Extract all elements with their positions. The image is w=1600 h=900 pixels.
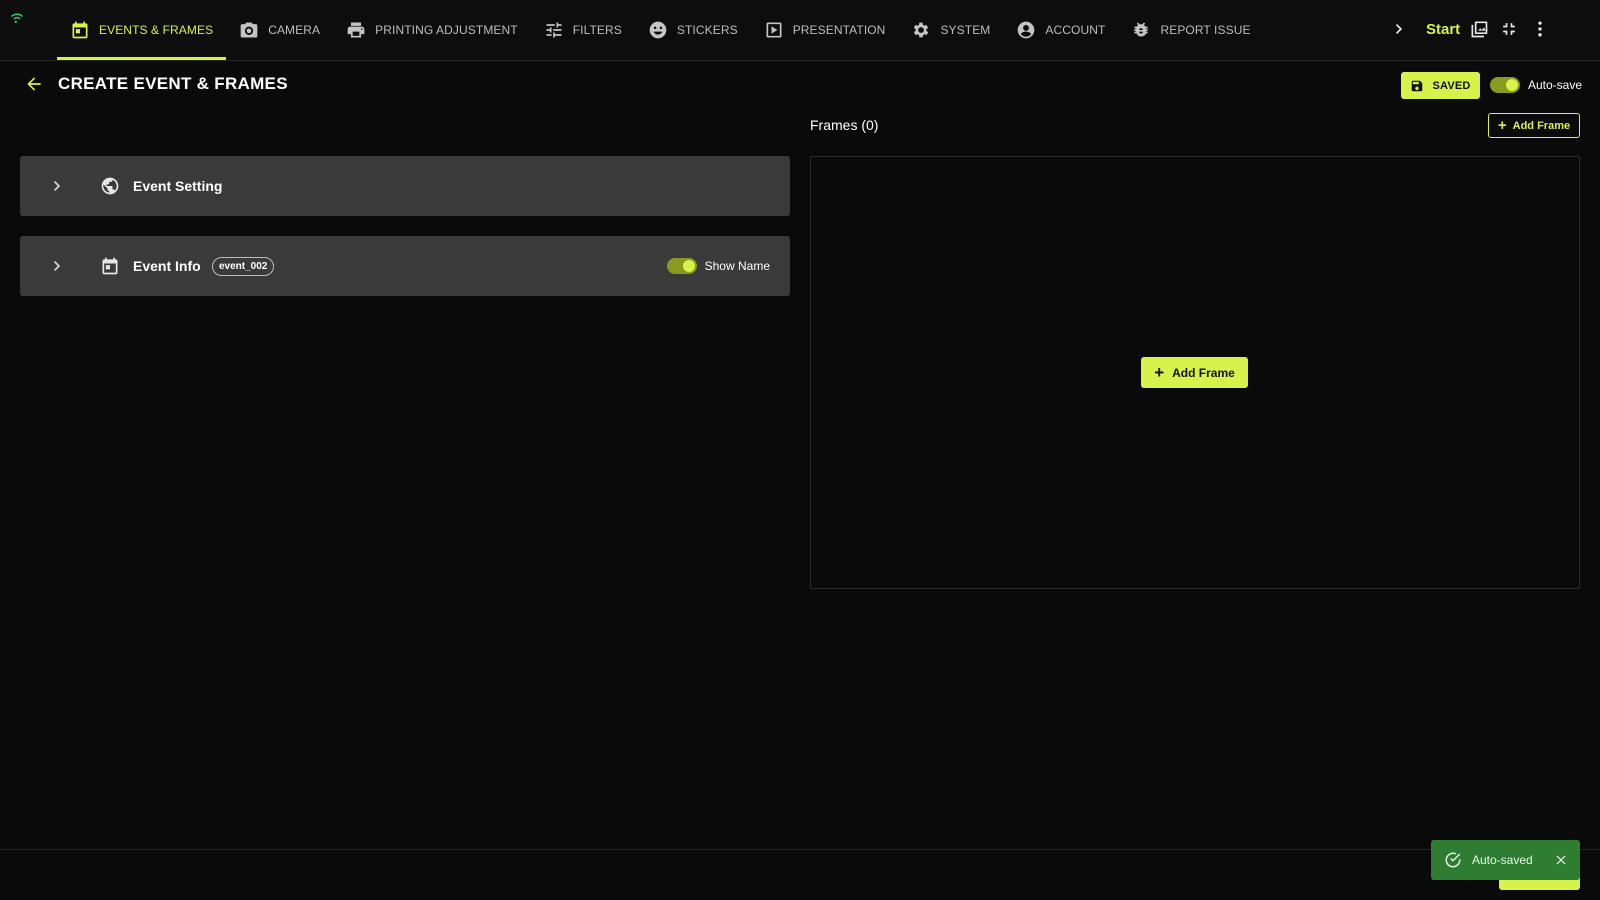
event-setting-title: Event Setting — [133, 178, 223, 194]
saved-label: SAVED — [1432, 79, 1471, 92]
show-name-label: Show Name — [704, 259, 770, 273]
event-setting-panel[interactable]: Event Setting — [20, 156, 790, 216]
tab-printing-adjustment[interactable]: PRINTING ADJUSTMENT — [333, 0, 531, 60]
tab-label: REPORT ISSUE — [1160, 23, 1251, 37]
tab-label: FILTERS — [572, 23, 622, 37]
start-button[interactable]: Start — [1426, 21, 1460, 38]
page-title: CREATE EVENT & FRAMES — [58, 74, 288, 93]
tab-label: EVENTS & FRAMES — [99, 23, 214, 37]
smiley-icon — [649, 21, 667, 39]
event-id-badge: event_002 — [212, 256, 275, 276]
autosave-toggle[interactable] — [1490, 77, 1520, 93]
tab-filters[interactable]: FILTERS — [531, 0, 635, 60]
chevron-right-icon[interactable] — [1389, 19, 1409, 39]
tab-label: CAMERA — [268, 23, 321, 37]
wifi-icon — [10, 13, 24, 24]
tab-label: PRESENTATION — [792, 23, 886, 37]
tab-label: STICKERS — [676, 23, 738, 37]
add-frame-label: Add Frame — [1172, 365, 1235, 380]
footer-bar — [0, 849, 1600, 900]
toast-message: Auto-saved — [1472, 853, 1533, 867]
printer-icon — [347, 22, 365, 38]
back-arrow-icon[interactable] — [24, 74, 44, 94]
tab-label: PRINTING ADJUSTMENT — [375, 23, 518, 37]
play-icon — [766, 22, 782, 38]
tab-account[interactable]: ACCOUNT — [1003, 0, 1118, 60]
show-name-control: Show Name — [666, 258, 770, 274]
add-frame-button-top[interactable]: + Add Frame — [1488, 113, 1580, 138]
top-navigation-bar: EVENTS & FRAMES CAMERA PRINTING ADJUSTME… — [0, 0, 1600, 61]
sliders-icon — [546, 22, 562, 38]
autosave-control: Auto-save — [1490, 77, 1582, 93]
calendar-icon — [72, 21, 88, 39]
account-icon — [1018, 21, 1035, 39]
save-icon — [1412, 80, 1423, 91]
chevron-right-icon[interactable] — [47, 256, 67, 276]
tab-presentation[interactable]: PRESENTATION — [751, 0, 899, 60]
check-circle-icon — [1445, 852, 1461, 868]
tab-label: SYSTEM — [940, 23, 991, 37]
saved-button[interactable]: SAVED — [1401, 72, 1480, 99]
fullscreen-exit-icon[interactable] — [1499, 19, 1519, 39]
autosave-label: Auto-save — [1528, 78, 1583, 92]
chevron-right-icon[interactable] — [47, 176, 67, 196]
calendar-icon — [102, 257, 118, 275]
plus-icon: + — [1154, 363, 1165, 382]
main-tabs: EVENTS & FRAMES CAMERA PRINTING ADJUSTME… — [57, 0, 1264, 60]
camera-icon — [240, 22, 258, 38]
gallery-icon[interactable] — [1469, 19, 1489, 39]
add-frame-label: Add Frame — [1512, 119, 1571, 132]
event-info-panel[interactable]: Event Info event_002 Show Name — [20, 236, 790, 296]
more-vertical-icon[interactable] — [1530, 19, 1550, 39]
tab-camera[interactable]: CAMERA — [226, 0, 333, 60]
autosaved-toast: Auto-saved — [1431, 840, 1580, 880]
frames-title: Frames (0) — [810, 117, 879, 133]
tab-report-issue[interactable]: REPORT ISSUE — [1118, 0, 1263, 60]
bug-icon — [1134, 22, 1149, 37]
event-info-title: Event Info — [133, 258, 201, 274]
globe-icon — [101, 177, 119, 195]
gear-icon — [914, 22, 929, 38]
show-name-toggle[interactable] — [666, 258, 697, 274]
tab-events-frames[interactable]: EVENTS & FRAMES — [57, 0, 227, 60]
tab-stickers[interactable]: STICKERS — [635, 0, 751, 60]
close-icon[interactable] — [1554, 853, 1568, 867]
tab-label: ACCOUNT — [1045, 23, 1106, 37]
tab-system[interactable]: SYSTEM — [898, 0, 1003, 60]
add-frame-button-center[interactable]: + Add Frame — [1141, 357, 1248, 388]
plus-icon: + — [1497, 117, 1507, 134]
